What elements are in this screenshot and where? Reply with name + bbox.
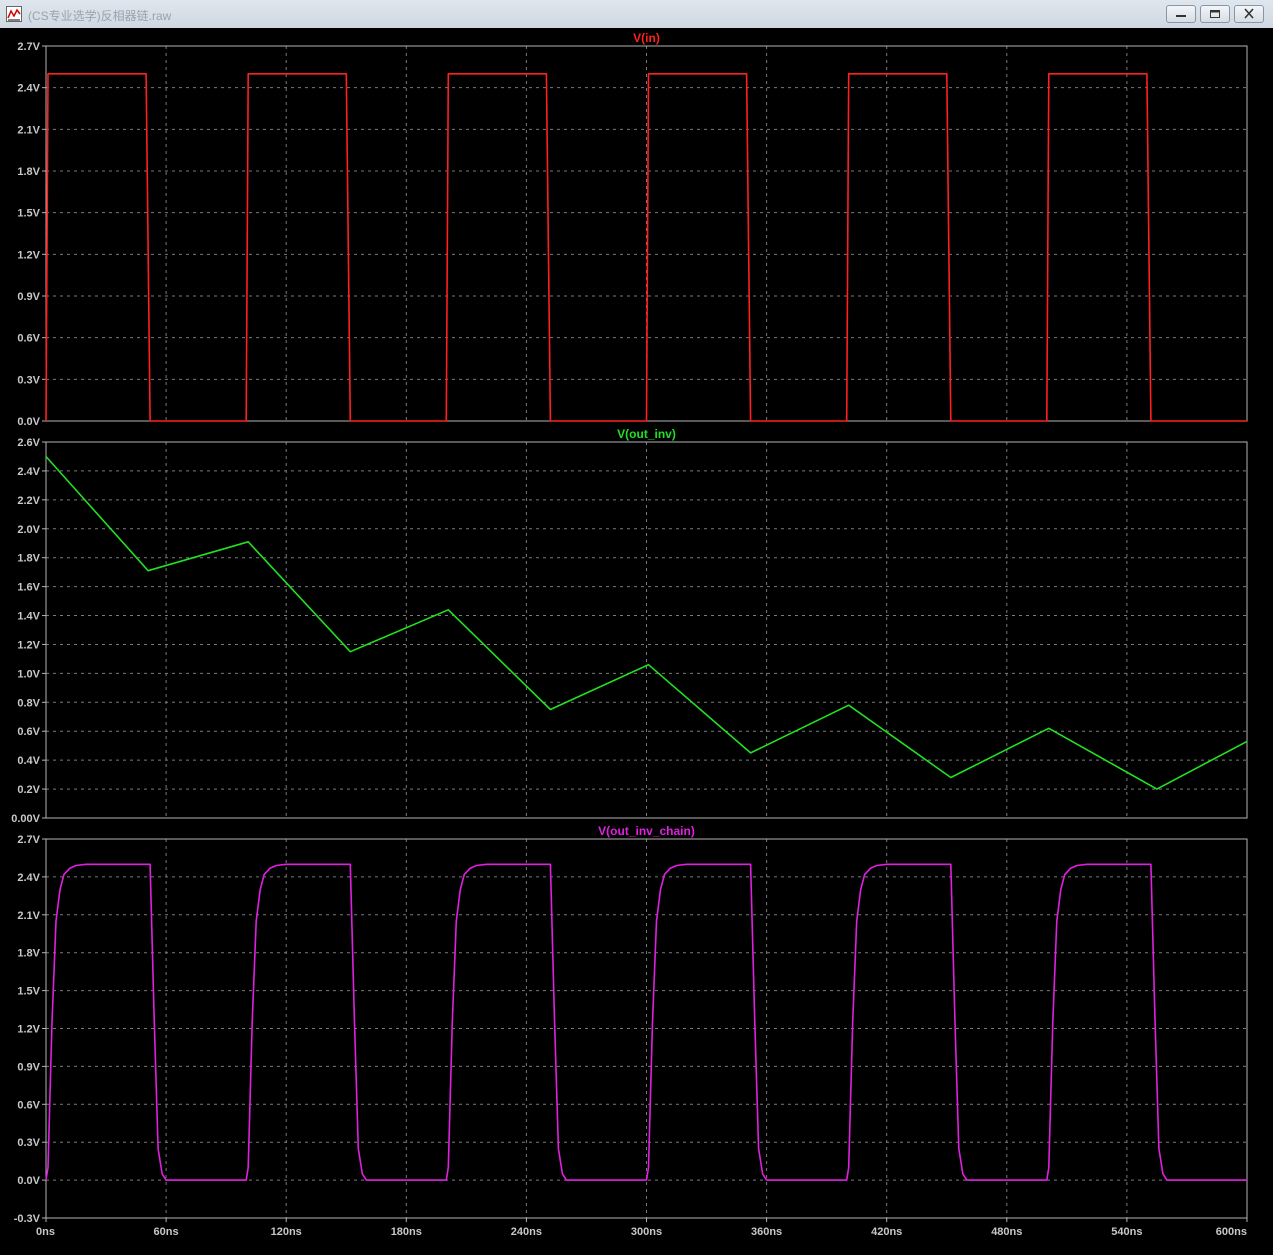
trace-title[interactable]: V(out_inv_chain): [598, 824, 695, 838]
trace-title[interactable]: V(out_inv): [617, 427, 676, 441]
x-tick-label: 0ns: [36, 1226, 55, 1238]
y-tick-label: 0.4V: [17, 755, 40, 767]
y-tick-label: 0.6V: [17, 726, 40, 738]
y-tick-label: 2.6V: [17, 437, 40, 449]
y-tick-label: 0.8V: [17, 697, 40, 709]
close-icon: [1244, 8, 1254, 19]
y-tick-label: 2.2V: [17, 495, 40, 507]
x-tick-label: 240ns: [511, 1226, 542, 1238]
x-tick-label: 180ns: [391, 1226, 422, 1238]
y-tick-label: 1.8V: [17, 948, 40, 960]
y-tick-label: 2.4V: [17, 83, 40, 95]
x-tick-label: 600ns: [1216, 1226, 1247, 1238]
y-tick-label: 0.3V: [17, 374, 40, 386]
close-button[interactable]: [1234, 5, 1264, 23]
x-tick-label: 300ns: [631, 1226, 662, 1238]
y-tick-label: 1.8V: [17, 553, 40, 565]
y-tick-label: 0.0V: [17, 416, 40, 428]
y-tick-label: 0.9V: [17, 291, 40, 303]
y-tick-label: 2.4V: [17, 872, 40, 884]
x-tick-label: 540ns: [1111, 1226, 1142, 1238]
x-tick-label: 60ns: [154, 1226, 179, 1238]
y-tick-label: 0.2V: [17, 784, 40, 796]
y-tick-label: 1.2V: [17, 249, 40, 261]
y-tick-label: 2.0V: [17, 524, 40, 536]
y-tick-label: 2.1V: [17, 910, 40, 922]
maximize-icon: [1210, 10, 1220, 18]
minimize-button[interactable]: [1166, 5, 1196, 23]
trace-title[interactable]: V(in): [633, 31, 660, 45]
waveform-plot[interactable]: 0.0V 0.3V 0.6V 0.9V 1.2V 1.5V 1.8V 2.1V 2.4V 2.7V…: [0, 28, 1273, 1255]
x-tick-label: 360ns: [751, 1226, 782, 1238]
y-tick-label: 2.4V: [17, 466, 40, 478]
y-tick-label: 1.0V: [17, 668, 40, 680]
y-tick-label: 1.8V: [17, 166, 40, 178]
y-tick-label: 1.2V: [17, 1024, 40, 1036]
y-tick-label: 1.4V: [17, 611, 40, 623]
y-tick-label: 0.6V: [17, 333, 40, 345]
maximize-button[interactable]: [1200, 5, 1230, 23]
title-bar[interactable]: (CS专业选学)反相器链.raw: [0, 0, 1273, 29]
y-tick-label: 1.5V: [17, 208, 40, 220]
y-tick-label: 2.1V: [17, 124, 40, 136]
y-tick-label: 0.6V: [17, 1099, 40, 1111]
y-tick-label: 0.00V: [11, 813, 40, 825]
waveform-icon: [6, 6, 22, 22]
y-tick-label: 0.9V: [17, 1061, 40, 1073]
x-tick-label: 120ns: [271, 1226, 302, 1238]
x-tick-label: 480ns: [991, 1226, 1022, 1238]
y-tick-label: 0.3V: [17, 1137, 40, 1149]
y-tick-label: 0.0V: [17, 1175, 40, 1187]
minimize-icon: [1176, 15, 1186, 17]
y-tick-label: 2.7V: [17, 41, 40, 53]
window-title: (CS专业选学)反相器链.raw: [28, 9, 172, 23]
y-tick-label: 1.6V: [17, 582, 40, 594]
y-tick-label: 1.5V: [17, 986, 40, 998]
y-tick-label: -0.3V: [14, 1213, 41, 1225]
x-tick-label: 420ns: [871, 1226, 902, 1238]
plot-area[interactable]: 0.0V 0.3V 0.6V 0.9V 1.2V 1.5V 1.8V 2.1V 2.4V 2.7V…: [0, 28, 1273, 1255]
y-tick-label: 2.7V: [17, 834, 40, 846]
y-tick-label: 1.2V: [17, 639, 40, 651]
